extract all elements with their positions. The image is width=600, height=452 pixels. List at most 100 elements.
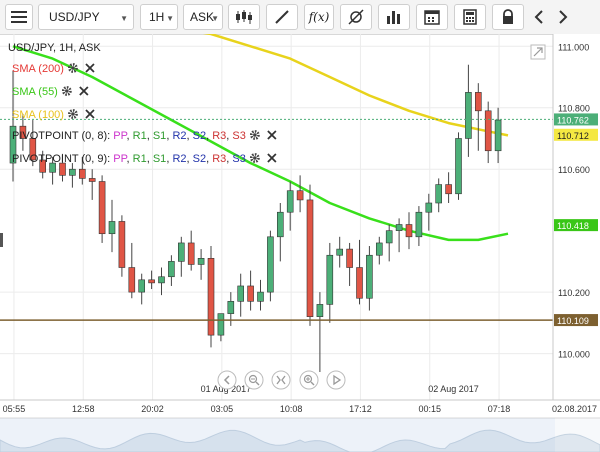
zoom-out-icon[interactable] [244, 370, 264, 390]
gear-icon [68, 109, 78, 119]
toolbar: USD/JPY ▼ 1H ▼ ASK ▼ f(x) [0, 0, 600, 35]
gear-hub [71, 66, 75, 70]
symbol-label: USD/JPY [49, 10, 100, 24]
lock-icon [503, 9, 513, 24]
zoom-in-icon[interactable] [299, 370, 319, 390]
lock-button[interactable] [492, 4, 524, 30]
candle-body [286, 190, 294, 213]
price-tick-label: 111.000 [558, 42, 589, 52]
crosshair-icon [348, 9, 364, 25]
bar-chart-icon [387, 11, 400, 24]
candle-body [118, 221, 126, 268]
candle-body [306, 199, 314, 317]
candle-body [445, 184, 452, 195]
time-tick-label: 10:08 [280, 404, 303, 414]
time-tick-label: 17:12 [349, 404, 372, 414]
candle-body [366, 254, 373, 299]
chart-type-button[interactable] [228, 4, 260, 30]
symbol-selector[interactable]: USD/JPY ▼ [38, 4, 134, 30]
candle-body [247, 285, 254, 302]
gear-hub [253, 133, 257, 137]
timeframe-label: 1H [149, 10, 165, 24]
price-tick-label: 110.000 [558, 350, 590, 360]
time-tick-label: 12:58 [72, 404, 95, 414]
candle-body [346, 248, 353, 268]
chevron-left-icon [534, 10, 543, 24]
volume-button[interactable] [378, 4, 410, 30]
price-tag-label: 110.712 [557, 131, 589, 141]
candle-body [336, 248, 344, 256]
candle-body [197, 258, 205, 265]
chevron-down-icon: ▼ [120, 14, 128, 23]
scroll-right-button[interactable] [552, 4, 574, 30]
candle-body [474, 92, 482, 112]
candle-body [227, 301, 235, 314]
overview-window [0, 418, 555, 452]
indicators-button[interactable]: f(x) [304, 4, 334, 30]
calculator-button[interactable] [454, 4, 486, 30]
candle-body [435, 184, 443, 204]
candle-body [425, 202, 433, 213]
time-tick-label: 07:18 [488, 404, 511, 414]
candle-body [267, 236, 274, 293]
candle-body [88, 178, 96, 182]
close-icon [267, 153, 277, 163]
fit-view-icon[interactable] [271, 370, 291, 390]
scroll-back-icon[interactable] [217, 370, 237, 390]
candle-body [316, 304, 324, 317]
candle-body [187, 242, 195, 265]
pivot-label: PIVOTPOINT (0, 8): PP, R1, S1, R2, S2, R… [12, 130, 246, 142]
panel-handle-icon [0, 233, 3, 247]
crosshair-button[interactable] [340, 4, 372, 30]
indicator-label: SMA (200) [12, 63, 64, 75]
price-chart[interactable]: 111.000 110.800 110.600 110.200 110.000 110.7… [0, 34, 600, 452]
candle-body [296, 190, 304, 201]
time-tick-label: 03:05 [211, 404, 234, 414]
price-tick-label: 110.800 [558, 104, 590, 114]
price-tick-label: 110.200 [558, 288, 590, 298]
candle-body [168, 261, 175, 278]
candlestick-icon [236, 10, 252, 24]
expand-icon [530, 44, 546, 60]
candle-body [484, 110, 492, 152]
gear-hub [71, 112, 75, 116]
chevron-down-icon: ▼ [166, 14, 174, 23]
candle-body [79, 168, 86, 179]
calendar-icon [424, 10, 440, 25]
time-tick-label: 05:55 [3, 404, 26, 414]
scroll-left-button[interactable] [528, 4, 550, 30]
gear-icon [249, 130, 260, 140]
timeframe-selector[interactable]: 1H ▼ [140, 4, 178, 30]
candle-body [148, 279, 155, 284]
gear-icon [61, 86, 72, 96]
chevron-right-icon [559, 10, 568, 24]
gear-hub [253, 156, 257, 160]
candle-body [455, 138, 462, 195]
candle-body [395, 224, 403, 231]
draw-tools-button[interactable] [266, 4, 298, 30]
time-tick-label: 20:02 [141, 404, 164, 414]
price-tag-label: 110.762 [557, 115, 589, 125]
candle-body [405, 224, 413, 238]
candle-body [158, 276, 165, 284]
calculator-icon [463, 9, 477, 25]
candle-body [217, 313, 225, 336]
time-tick-label: 00:15 [418, 404, 441, 414]
nav-button-circle [299, 370, 319, 390]
menu-button[interactable] [5, 4, 33, 30]
candle-body [356, 267, 363, 299]
function-icon: f(x) [308, 10, 330, 24]
price-type-selector[interactable]: ASK ▼ [183, 4, 223, 30]
candle-body [385, 230, 393, 244]
nav-button-circle [326, 370, 346, 390]
candle-body [465, 92, 472, 139]
calendar-button[interactable] [416, 4, 448, 30]
play-icon[interactable] [326, 370, 346, 390]
candle-body [276, 211, 284, 238]
pivot-label: PIVOTPOINT (0, 9): PP, R1, S1, R2, S2, R… [12, 153, 246, 165]
close-icon [267, 130, 277, 140]
nav-button-circle [217, 370, 237, 390]
chevron-down-icon: ▼ [211, 14, 219, 23]
candle-body [494, 119, 502, 152]
candle-body [257, 291, 264, 302]
